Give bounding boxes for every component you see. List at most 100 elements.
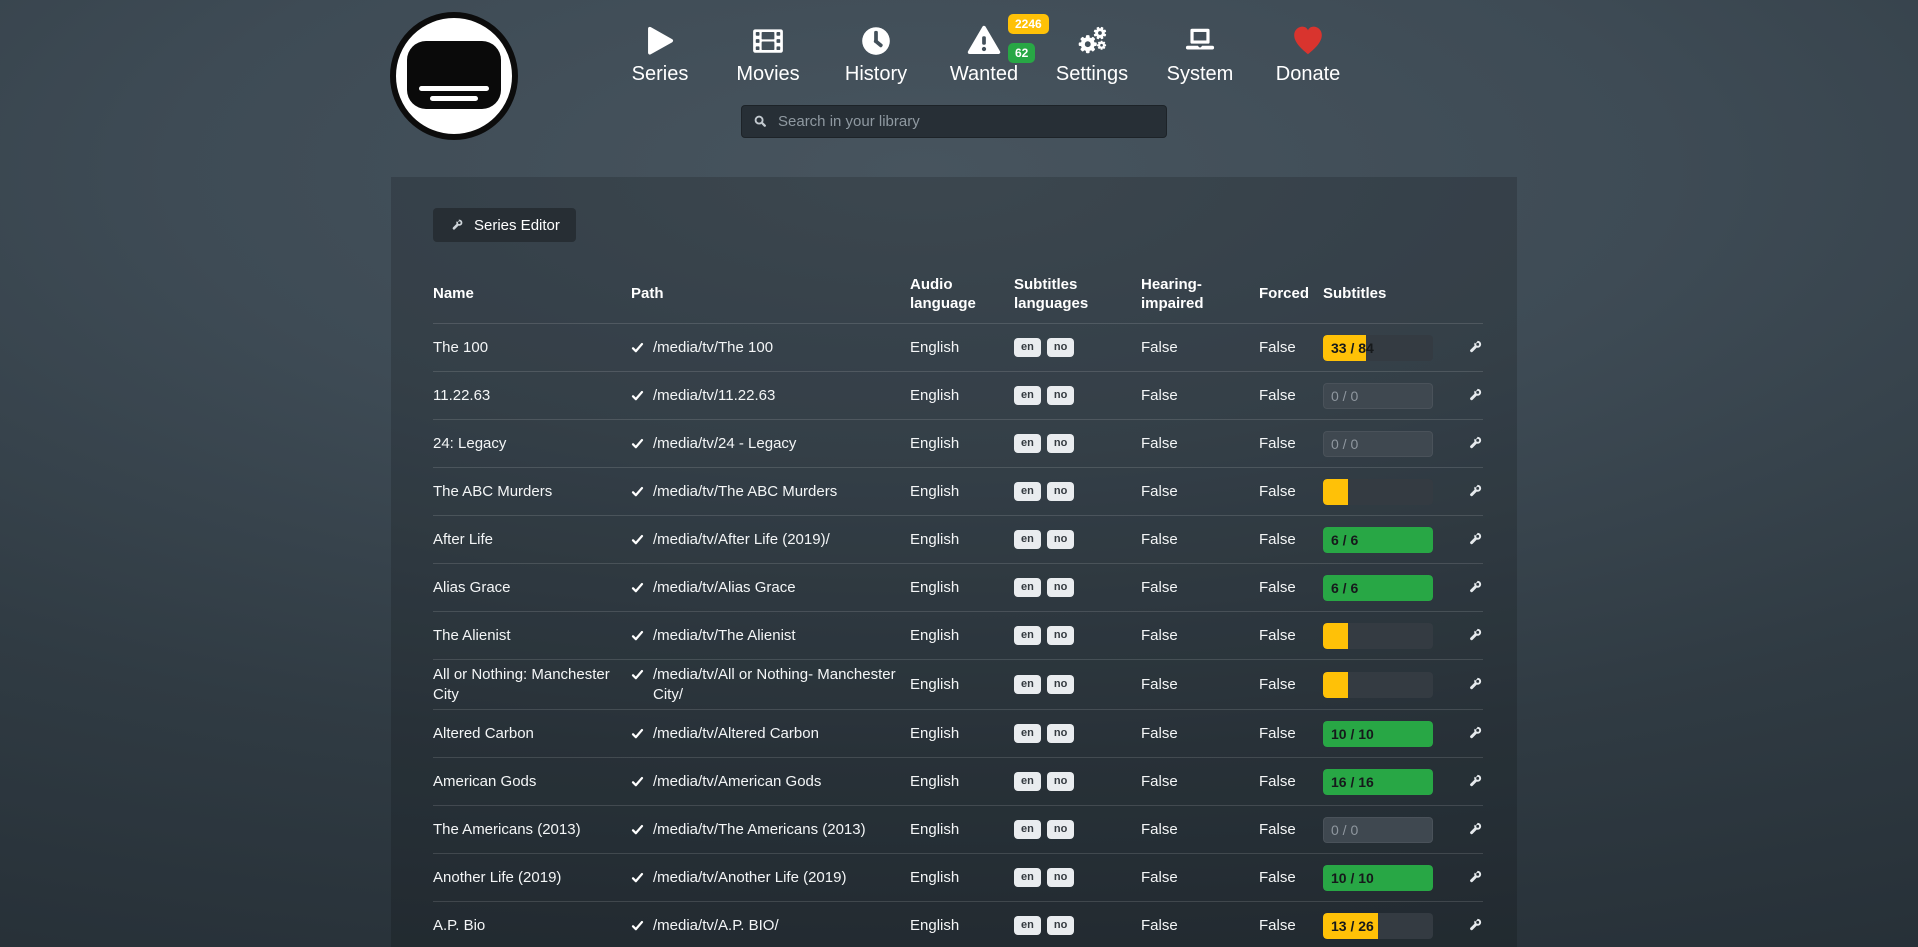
edit-wrench-icon[interactable] bbox=[1466, 483, 1483, 500]
series-path-cell: /media/tv/Alias Grace bbox=[631, 578, 910, 598]
logo-circle-icon bbox=[390, 12, 518, 140]
series-name[interactable]: 24: Legacy bbox=[433, 434, 631, 454]
nav-item-movies[interactable]: Movies bbox=[714, 20, 822, 86]
subtitle-language-badge: no bbox=[1047, 338, 1074, 357]
subtitle-languages-cell: enno bbox=[1014, 724, 1141, 743]
subtitle-language-badge: en bbox=[1014, 338, 1041, 357]
audio-language-value: English bbox=[910, 531, 1014, 548]
hearing-impaired-value: False bbox=[1141, 531, 1259, 548]
progress-label: 16 / 16 bbox=[1331, 774, 1374, 790]
edit-wrench-icon[interactable] bbox=[1466, 387, 1483, 404]
subtitles-progress-bar: 0 / 0 bbox=[1323, 817, 1433, 843]
subtitle-languages-cell: enno bbox=[1014, 338, 1141, 357]
forced-value: False bbox=[1259, 627, 1323, 644]
search-icon bbox=[753, 114, 768, 129]
row-actions bbox=[1456, 387, 1483, 404]
edit-wrench-icon[interactable] bbox=[1466, 435, 1483, 452]
subtitle-language-badge: no bbox=[1047, 386, 1074, 405]
series-name[interactable]: The Americans (2013) bbox=[433, 820, 631, 840]
subtitles-progress-bar: 16 / 16 bbox=[1323, 769, 1433, 795]
audio-language-value: English bbox=[910, 917, 1014, 934]
hearing-impaired-value: False bbox=[1141, 773, 1259, 790]
edit-wrench-icon[interactable] bbox=[1466, 821, 1483, 838]
check-icon bbox=[631, 485, 644, 498]
series-path-cell: /media/tv/American Gods bbox=[631, 772, 910, 792]
series-name[interactable]: Another Life (2019) bbox=[433, 868, 631, 888]
series-editor-button[interactable]: Series Editor bbox=[433, 208, 576, 242]
edit-wrench-icon[interactable] bbox=[1466, 627, 1483, 644]
table-row: Another Life (2019) /media/tv/Another Li… bbox=[433, 853, 1483, 901]
nav-item-label: System bbox=[1167, 62, 1234, 86]
forced-value: False bbox=[1259, 917, 1323, 934]
forced-value: False bbox=[1259, 579, 1323, 596]
subtitle-language-badge: no bbox=[1047, 530, 1074, 549]
series-path: /media/tv/All or Nothing- Manchester Cit… bbox=[653, 665, 896, 704]
hearing-impaired-value: False bbox=[1141, 579, 1259, 596]
column-header: Subtitles bbox=[1323, 284, 1456, 304]
audio-language-value: English bbox=[910, 579, 1014, 596]
progress-label: 0 / 0 bbox=[1331, 822, 1358, 838]
series-name[interactable]: The Alienist bbox=[433, 626, 631, 646]
nav-item-series[interactable]: Series bbox=[606, 20, 714, 86]
nav-item-label: Movies bbox=[736, 62, 799, 86]
edit-wrench-icon[interactable] bbox=[1466, 917, 1483, 934]
table-row: The Americans (2013) /media/tv/The Ameri… bbox=[433, 805, 1483, 853]
nav-item-settings[interactable]: Settings bbox=[1038, 20, 1146, 86]
check-icon bbox=[631, 727, 644, 740]
edit-wrench-icon[interactable] bbox=[1466, 676, 1483, 693]
progress-label: 10 / 10 bbox=[1331, 870, 1374, 886]
subtitle-language-badge: no bbox=[1047, 916, 1074, 935]
audio-language-value: English bbox=[910, 483, 1014, 500]
series-name[interactable]: 11.22.63 bbox=[433, 386, 631, 406]
subtitles-cell: 0 / 0 bbox=[1323, 383, 1456, 409]
table-row: The Alienist /media/tv/The Alienist Engl… bbox=[433, 611, 1483, 659]
series-path-cell: /media/tv/All or Nothing- Manchester Cit… bbox=[631, 665, 910, 704]
table-row: 24: Legacy /media/tv/24 - Legacy English… bbox=[433, 419, 1483, 467]
subtitles-progress-bar: 33 / 84 bbox=[1323, 335, 1433, 361]
bazarr-logo[interactable] bbox=[390, 12, 518, 140]
series-path: /media/tv/Alias Grace bbox=[653, 578, 796, 598]
nav-item-donate[interactable]: Donate bbox=[1254, 20, 1362, 86]
subtitle-language-badge: no bbox=[1047, 724, 1074, 743]
subtitle-languages-cell: enno bbox=[1014, 386, 1141, 405]
forced-value: False bbox=[1259, 435, 1323, 452]
edit-wrench-icon[interactable] bbox=[1466, 339, 1483, 356]
edit-wrench-icon[interactable] bbox=[1466, 579, 1483, 596]
row-actions bbox=[1456, 339, 1483, 356]
subtitle-language-badge: en bbox=[1014, 724, 1041, 743]
edit-wrench-icon[interactable] bbox=[1466, 531, 1483, 548]
subtitle-language-badge: no bbox=[1047, 482, 1074, 501]
check-icon bbox=[631, 581, 644, 594]
nav-item-history[interactable]: History bbox=[822, 20, 930, 86]
hearing-impaired-value: False bbox=[1141, 676, 1259, 693]
subtitles-progress-bar: 6 / 6 bbox=[1323, 575, 1433, 601]
series-path-cell: /media/tv/After Life (2019)/ bbox=[631, 530, 910, 550]
series-name[interactable]: American Gods bbox=[433, 772, 631, 792]
nav-item-wanted[interactable]: Wanted 224662 bbox=[930, 20, 1038, 86]
series-name[interactable]: The 100 bbox=[433, 338, 631, 358]
row-actions bbox=[1456, 435, 1483, 452]
row-actions bbox=[1456, 917, 1483, 934]
edit-wrench-icon[interactable] bbox=[1466, 869, 1483, 886]
series-path: /media/tv/The ABC Murders bbox=[653, 482, 837, 502]
series-name[interactable]: Altered Carbon bbox=[433, 724, 631, 744]
hearing-impaired-value: False bbox=[1141, 725, 1259, 742]
edit-wrench-icon[interactable] bbox=[1466, 725, 1483, 742]
series-name[interactable]: All or Nothing: Manchester City bbox=[433, 665, 631, 704]
subtitle-language-badge: no bbox=[1047, 578, 1074, 597]
subtitle-language-badge: en bbox=[1014, 434, 1041, 453]
series-name[interactable]: Alias Grace bbox=[433, 578, 631, 598]
search-input[interactable] bbox=[778, 113, 1155, 130]
search-bar[interactable] bbox=[741, 105, 1167, 138]
subtitle-language-badge: en bbox=[1014, 386, 1041, 405]
series-path-cell: /media/tv/Altered Carbon bbox=[631, 724, 910, 744]
edit-wrench-icon[interactable] bbox=[1466, 773, 1483, 790]
audio-language-value: English bbox=[910, 773, 1014, 790]
series-name[interactable]: A.P. Bio bbox=[433, 916, 631, 936]
series-name[interactable]: The ABC Murders bbox=[433, 482, 631, 502]
series-path-cell: /media/tv/11.22.63 bbox=[631, 386, 910, 406]
series-name[interactable]: After Life bbox=[433, 530, 631, 550]
subtitle-languages-cell: enno bbox=[1014, 434, 1141, 453]
nav-item-system[interactable]: System bbox=[1146, 20, 1254, 86]
progress-label: 33 / 84 bbox=[1331, 340, 1374, 356]
